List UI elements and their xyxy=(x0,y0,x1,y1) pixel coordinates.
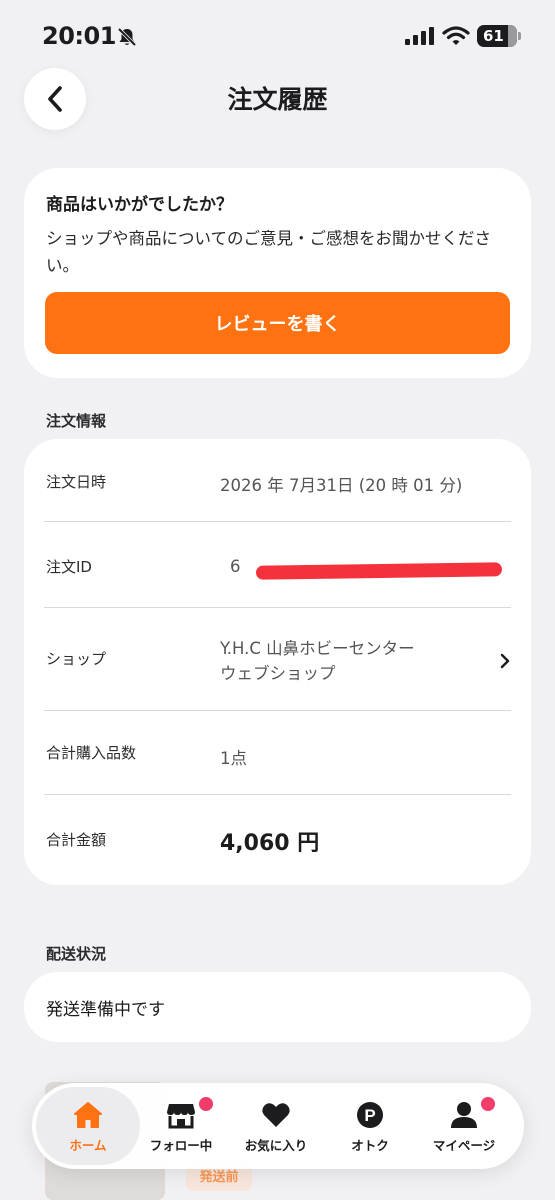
total-value: 4,060 円 xyxy=(220,831,320,856)
status-time: 20:01 xyxy=(42,22,116,50)
review-card: 商品はいかがでしたか？ ショップや商品についてのご意見・ご感想をお聞かせください… xyxy=(24,168,531,378)
total-label: 合計金額 xyxy=(46,831,107,849)
tab-deals-label: オトク xyxy=(351,1138,389,1153)
svg-text:P: P xyxy=(364,1106,375,1125)
mypage-badge-dot xyxy=(481,1097,495,1111)
person-icon xyxy=(451,1102,477,1128)
quantity-value: 1点 xyxy=(220,749,247,768)
tab-mypage-label: マイページ xyxy=(432,1138,496,1153)
review-message: ショップや商品についてのご意見・ご感想をお聞かせください。 xyxy=(46,229,492,275)
order-info-card: 注文日時 2026 年 7月31日 (20 時 01 分) 注文ID 6 ショッ… xyxy=(24,439,531,885)
shop-name-line2: ウェブショップ xyxy=(220,664,336,683)
shop-label: ショップ xyxy=(46,650,107,668)
order-info-heading: 注文情報 xyxy=(46,412,107,430)
battery-level: 61 xyxy=(483,27,504,45)
shipping-status-card: 発送準備中です xyxy=(24,972,531,1042)
points-icon: P xyxy=(357,1102,383,1128)
shipping-heading: 配送状況 xyxy=(46,945,107,963)
review-question: 商品はいかがでしたか？ xyxy=(46,195,233,215)
quantity-label: 合計購入品数 xyxy=(46,744,137,762)
heart-icon xyxy=(262,1103,290,1127)
status-bar: 20:01 61 xyxy=(0,0,555,66)
battery-indicator: 61 xyxy=(477,25,521,47)
bell-muted-icon xyxy=(117,27,137,47)
tab-favorites-label: お気に入り xyxy=(244,1138,308,1153)
following-badge-dot xyxy=(199,1097,213,1111)
shop-name[interactable]: Y.H.C 山鼻ホビーセンター ウェブショップ xyxy=(220,636,415,686)
home-icon xyxy=(74,1102,102,1128)
order-date-row: 注文日時 2026 年 7月31日 (20 時 01 分) xyxy=(44,439,511,522)
cellular-signal-icon xyxy=(405,27,434,45)
order-id-value: 6 xyxy=(230,557,241,576)
quantity-row: 合計購入品数 1点 xyxy=(44,711,511,795)
tab-favorites[interactable]: お気に入り xyxy=(231,1083,321,1169)
tab-deals[interactable]: P オトク xyxy=(325,1083,415,1169)
order-id-row: 注文ID 6 xyxy=(44,522,511,608)
bottom-tab-bar: ホーム フォロー中 お気に入り P オトク マイページ xyxy=(32,1083,524,1169)
shop-row[interactable]: ショップ Y.H.C 山鼻ホビーセンター ウェブショップ xyxy=(44,608,511,711)
redaction-mark xyxy=(255,562,503,580)
shipping-status-text: 発送準備中です xyxy=(46,999,165,1020)
tab-mypage[interactable]: マイページ xyxy=(419,1083,509,1169)
total-row: 合計金額 4,060 円 xyxy=(44,795,511,885)
tab-home[interactable]: ホーム xyxy=(36,1087,140,1165)
shop-name-line1: Y.H.C 山鼻ホビーセンター xyxy=(220,639,415,658)
wifi-icon xyxy=(442,26,470,45)
order-id-label: 注文ID xyxy=(46,558,92,576)
page-title: 注文履歴 xyxy=(227,85,328,114)
order-date-label: 注文日時 xyxy=(46,473,107,491)
order-date-value: 2026 年 7月31日 (20 時 01 分) xyxy=(220,476,463,495)
chevron-right-icon xyxy=(500,653,510,669)
tab-home-label: ホーム xyxy=(69,1138,107,1153)
tab-following-label: フォロー中 xyxy=(149,1138,213,1153)
shop-icon xyxy=(167,1104,195,1129)
write-review-button[interactable]: レビューを書く xyxy=(45,292,510,354)
tab-following[interactable]: フォロー中 xyxy=(136,1083,226,1169)
